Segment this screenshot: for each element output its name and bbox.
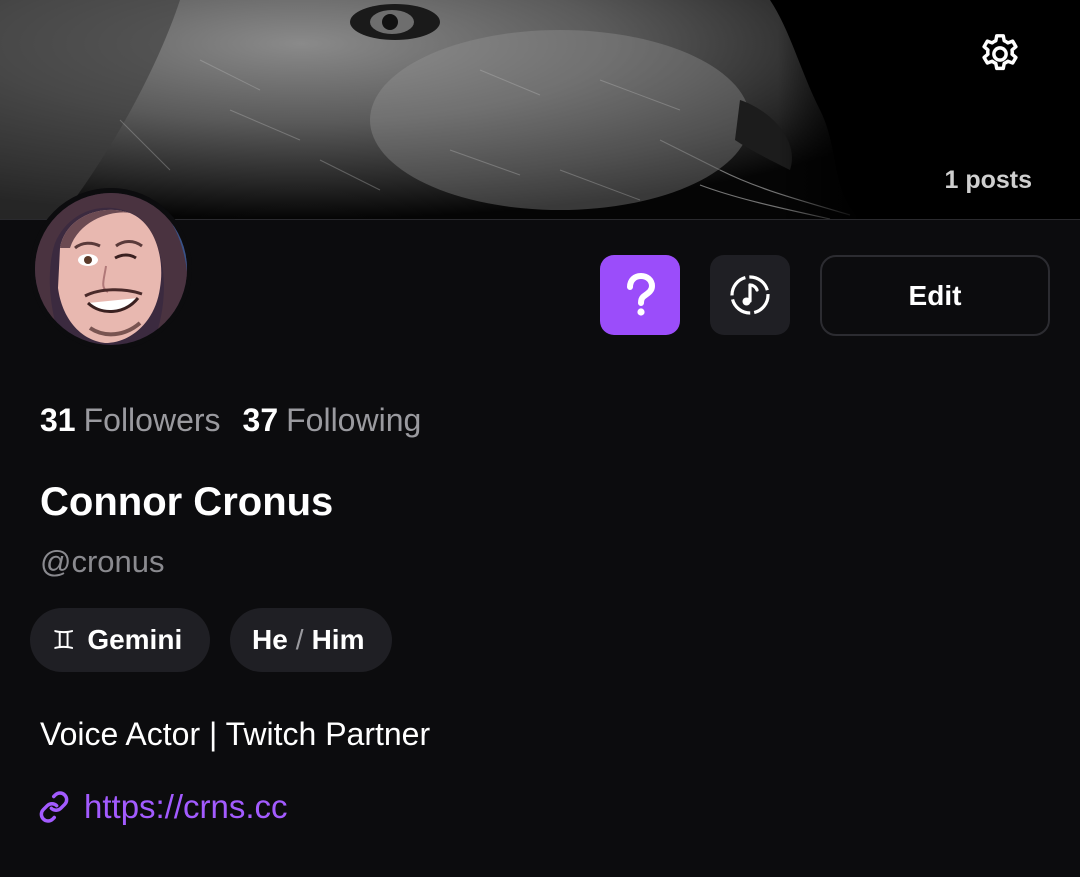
help-button[interactable] xyxy=(600,255,680,335)
settings-button[interactable] xyxy=(974,28,1026,80)
pronoun-separator: / xyxy=(295,624,304,655)
zodiac-label: Gemini xyxy=(87,624,183,655)
follow-stats: 31 Followers 37 Following xyxy=(40,402,421,439)
pronoun-subject: He xyxy=(252,624,288,655)
edit-profile-button[interactable]: Edit xyxy=(820,255,1050,336)
profile-link-text: https://crns.cc xyxy=(84,788,288,825)
question-mark-icon xyxy=(627,273,656,316)
profile-bio: Voice Actor | Twitch Partner xyxy=(40,716,431,752)
profile-page: 1 posts Edit 31 Followers 37 Following C… xyxy=(0,0,1080,877)
followers-stat[interactable]: 31 Followers xyxy=(40,402,221,439)
gemini-icon: ♊ xyxy=(52,624,76,655)
profile-banner: 1 posts xyxy=(0,0,1080,219)
followers-label: Followers xyxy=(83,402,221,438)
link-icon xyxy=(39,791,69,823)
avatar[interactable] xyxy=(30,188,192,350)
following-label: Following xyxy=(286,402,422,438)
pronoun-object: Him xyxy=(311,624,365,655)
music-note-icon xyxy=(730,275,770,315)
display-name: Connor Cronus xyxy=(40,480,334,524)
zodiac-chip: ♊ Gemini xyxy=(30,608,210,672)
posts-count: 1 posts xyxy=(944,166,1032,194)
following-stat[interactable]: 37 Following xyxy=(243,402,422,439)
banner-lion-image xyxy=(0,0,1080,219)
username-handle: @cronus xyxy=(40,544,165,579)
gear-icon xyxy=(982,34,1018,71)
music-button[interactable] xyxy=(710,255,790,335)
profile-link[interactable]: https://crns.cc xyxy=(38,788,288,826)
following-count: 37 xyxy=(242,402,279,438)
followers-count: 31 xyxy=(40,402,76,438)
pronouns-chip: He / Him xyxy=(230,608,392,672)
